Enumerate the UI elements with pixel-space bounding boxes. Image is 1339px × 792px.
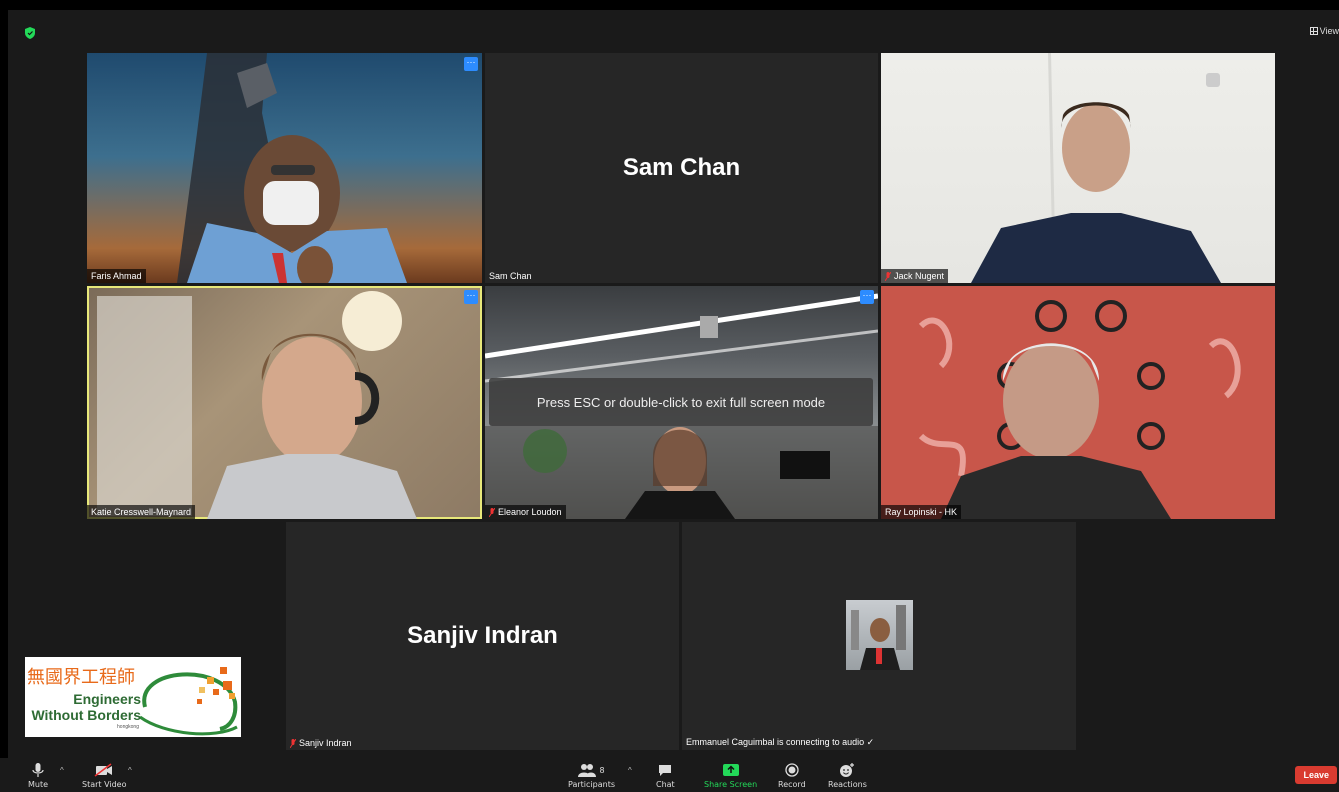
participant-display-name: Sam Chan [622,154,741,181]
video-tile-ray-lopinski[interactable]: Ray Lopinski - HK [881,286,1275,519]
more-options-button[interactable]: ··· [860,290,874,304]
participant-name-label: Sam Chan [489,271,532,281]
grid-icon [1309,27,1318,35]
participant-avatar [846,600,913,670]
participant-video [177,53,407,283]
muted-mic-icon [488,507,496,517]
start-video-button[interactable]: Start Video [82,760,127,789]
ewb-logo: 無國界工程師 Engineers Without Borders hongkon… [25,657,241,737]
participants-options-caret-icon[interactable]: ^ [628,766,632,775]
participant-video [918,300,1241,519]
muted-mic-icon [884,271,892,281]
ewb-logo-line3: hongkong [117,724,139,730]
microphone-icon [32,763,44,777]
more-options-button[interactable]: ··· [464,290,478,304]
participant-name-label: Jack Nugent [881,269,949,283]
view-button[interactable]: View [1309,26,1339,36]
participant-video [97,291,417,519]
share-screen-button[interactable]: Share Screen [704,760,757,789]
participant-name-label: Emmanuel Caguimbal is connecting to audi… [686,737,875,747]
participant-count: 8 [599,765,605,775]
participants-button[interactable]: 8 Participants [568,760,615,789]
video-off-icon [94,763,113,777]
audio-options-caret-icon[interactable]: ^ [60,766,64,775]
participant-video [971,53,1221,283]
reactions-emoji-icon [840,762,855,777]
ewb-logo-chinese: 無國界工程師 [27,667,135,688]
participant-name-label: Sanjiv Indran [286,736,356,750]
chat-button[interactable]: Chat [656,760,675,789]
leave-meeting-button[interactable]: Leave [1295,766,1337,784]
video-tile-emmanuel-caguimbal[interactable]: Emmanuel Caguimbal is connecting to audi… [682,522,1076,750]
meeting-toolbar: Mute ^ Start Video ^ 8 Participants ^ Ch… [0,758,1339,792]
participant-name-label: Faris Ahmad [87,269,146,283]
share-screen-icon [722,764,739,776]
reactions-button[interactable]: Reactions [828,760,867,789]
fullscreen-exit-toast: Press ESC or double-click to exit full s… [489,378,873,426]
security-shield-icon[interactable] [25,27,35,39]
more-options-button[interactable]: ··· [464,57,478,71]
top-bar [0,0,1339,10]
record-icon [785,763,799,777]
mute-button[interactable]: Mute [28,760,48,789]
participant-name-label: Eleanor Loudon [485,505,566,519]
ewb-logo-line2: Without Borders [31,707,141,723]
muted-mic-icon [289,738,297,748]
participant-name-label: Katie Cresswell-Maynard [87,505,196,519]
chat-bubble-icon [659,764,672,776]
participants-icon [578,764,597,777]
participant-display-name: Sanjiv Indran [407,622,558,649]
video-tile-sanjiv-indran[interactable]: Sanjiv Indran Sanjiv Indran [286,522,679,750]
record-button[interactable]: Record [778,760,806,789]
video-tile-katie-cresswell-maynard[interactable]: ··· Katie Cresswell-Maynard [87,286,482,519]
video-tile-faris-ahmad[interactable]: ··· Faris Ahmad [87,53,482,283]
video-tile-sam-chan[interactable]: Sam Chan Sam Chan [485,53,878,283]
video-options-caret-icon[interactable]: ^ [128,766,132,775]
video-tile-jack-nugent[interactable]: Jack Nugent [881,53,1275,283]
participant-name-label: Ray Lopinski - HK [881,505,962,519]
ewb-logo-line1: Engineers [73,691,141,707]
